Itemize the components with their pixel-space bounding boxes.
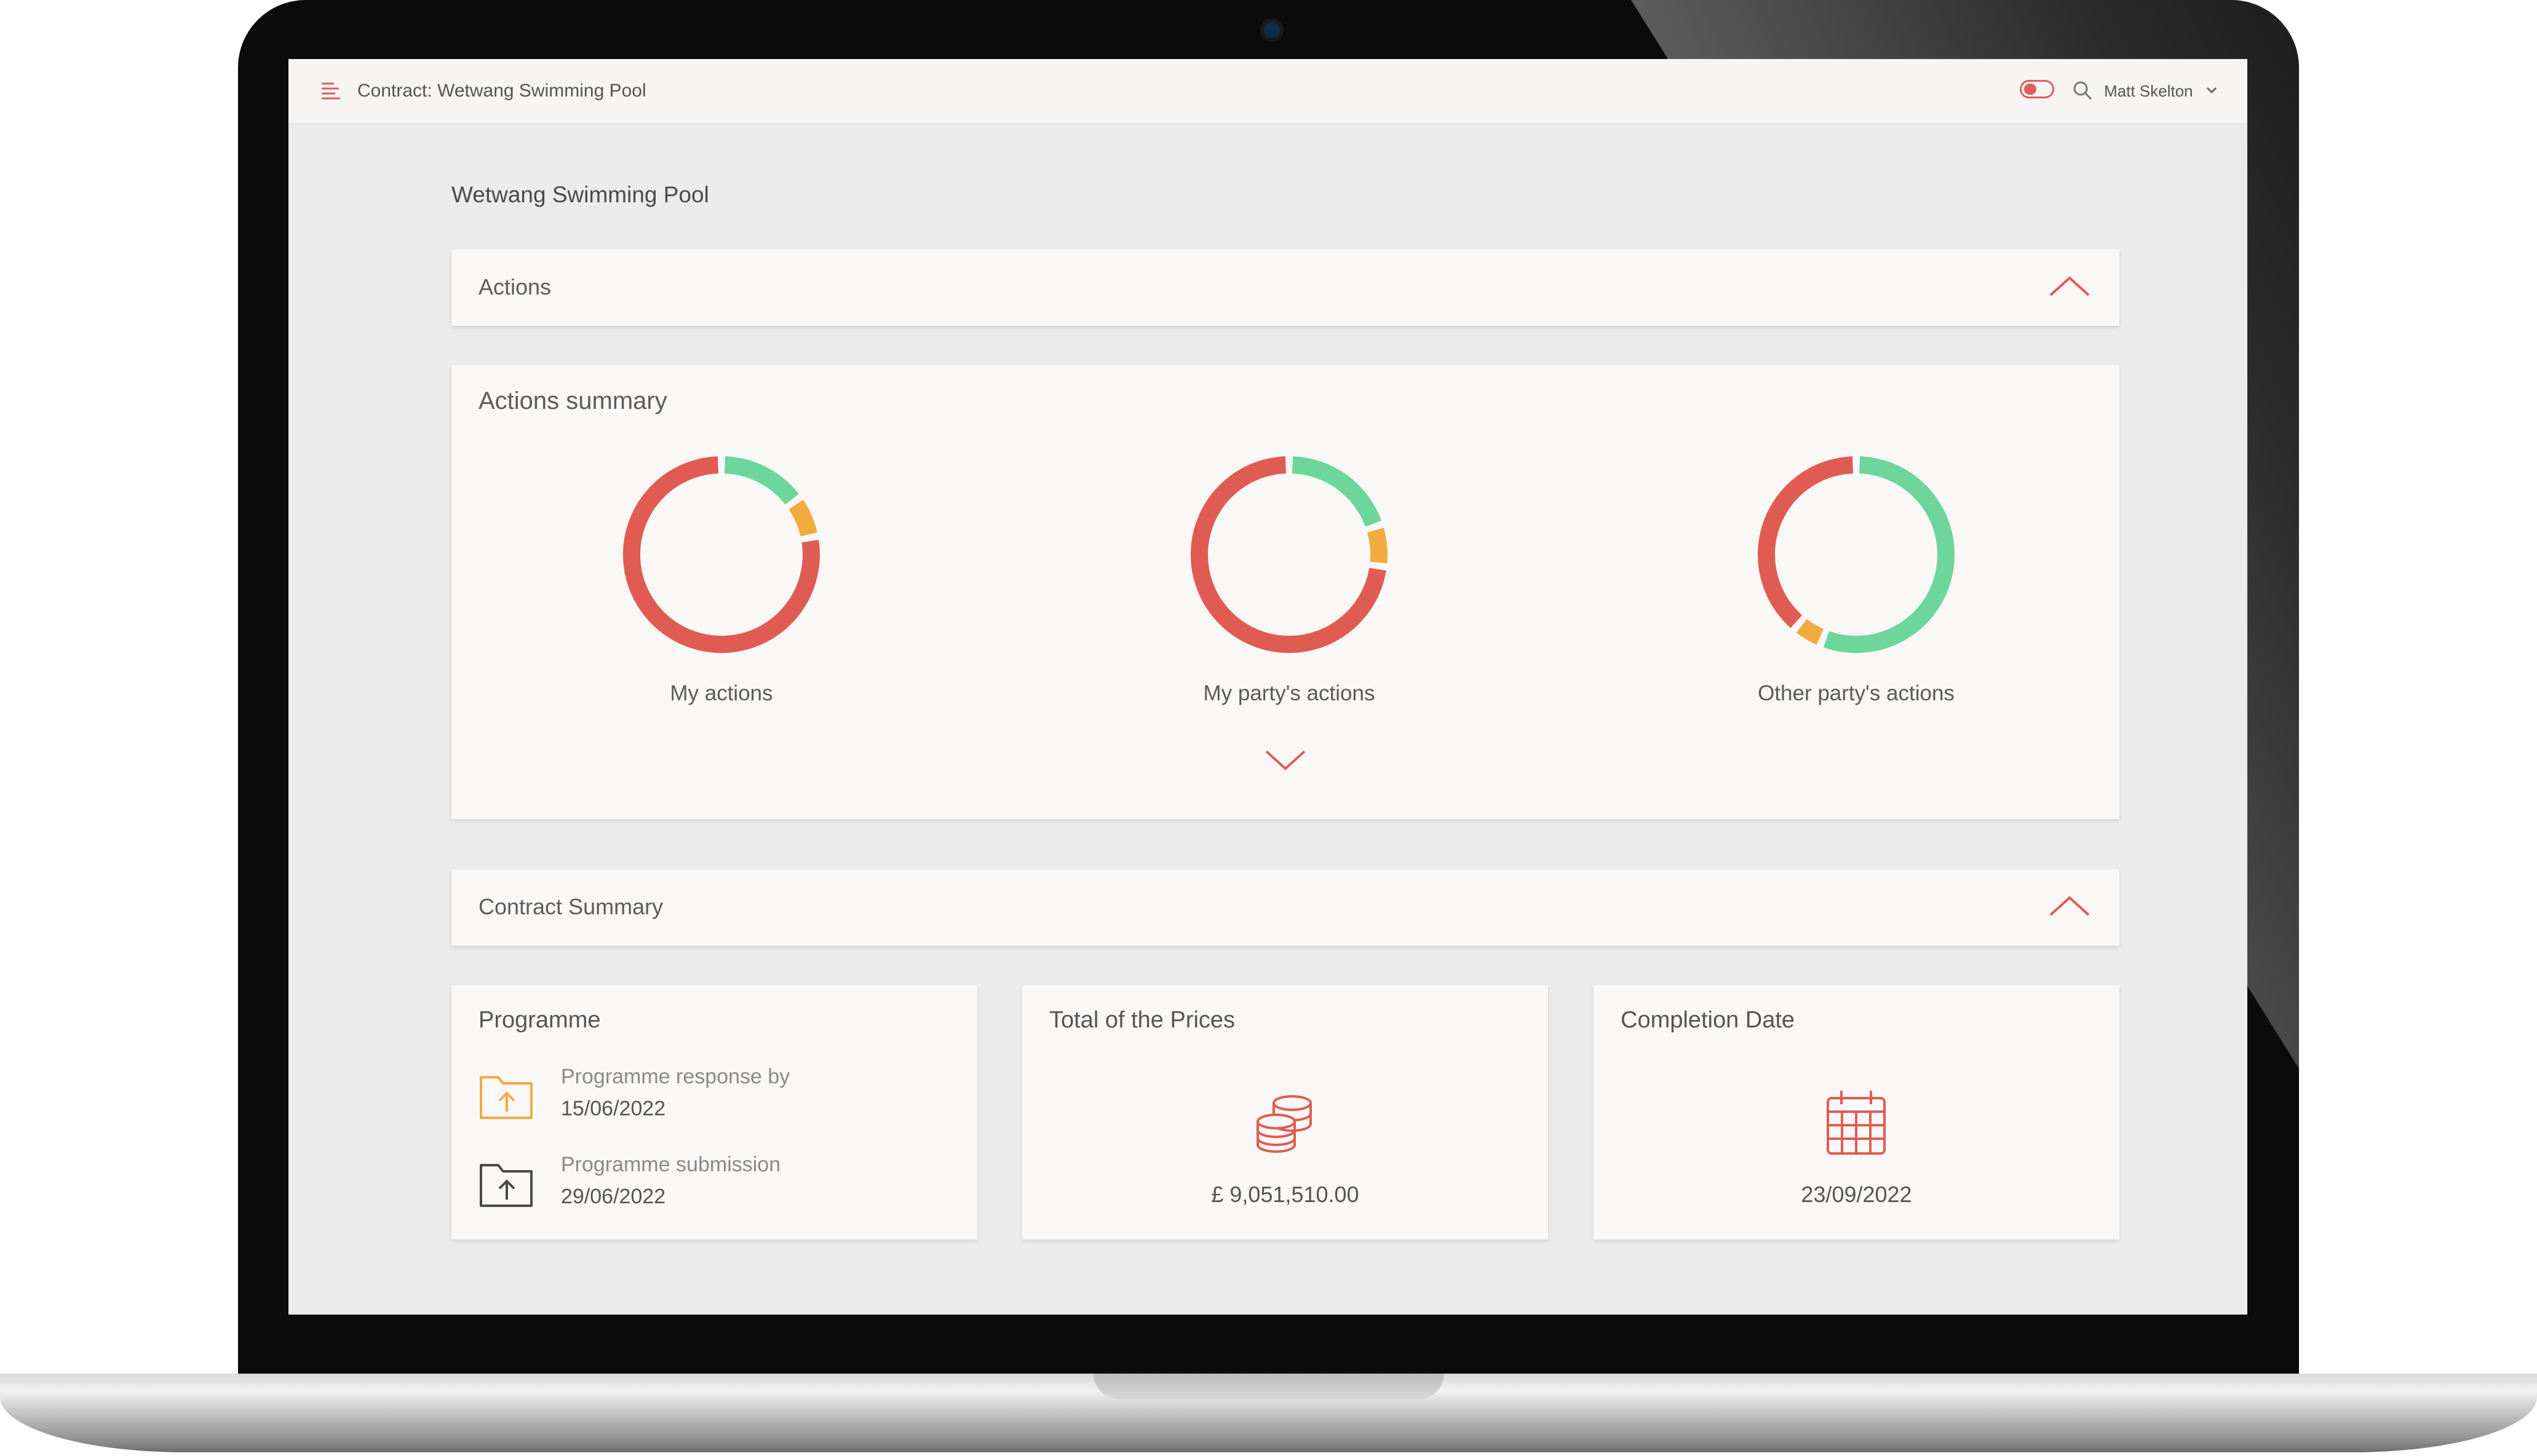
programme-response-label: Programme response by bbox=[561, 1065, 790, 1088]
actions-panel[interactable]: Actions bbox=[451, 250, 2119, 326]
donut-segment-1 bbox=[788, 499, 817, 537]
completion-card: Completion Date 23/09/2022 bbox=[1594, 985, 2119, 1240]
folder-upload-icon bbox=[480, 1164, 533, 1207]
calendar-icon bbox=[1827, 1091, 1886, 1155]
programme-submission-label: Programme submission bbox=[561, 1153, 781, 1176]
chevron-down-icon[interactable] bbox=[1264, 748, 1307, 772]
chevron-down-icon[interactable] bbox=[2205, 84, 2218, 97]
webcam bbox=[1260, 18, 1284, 42]
toggle-knob bbox=[2024, 84, 2036, 95]
chevron-up-icon[interactable] bbox=[2048, 274, 2091, 299]
donut-segment-0 bbox=[724, 456, 799, 505]
folder-upload-icon bbox=[480, 1076, 533, 1119]
contract-summary-panel[interactable]: Contract Summary bbox=[451, 869, 2119, 946]
actions-panel-label: Actions bbox=[478, 274, 552, 299]
coins-icon bbox=[1257, 1095, 1312, 1153]
page-title: Wetwang Swimming Pool bbox=[451, 182, 709, 207]
actions-summary-title: Actions summary bbox=[478, 387, 667, 414]
actions-summary-panel: Actions summary My actions My party's ac… bbox=[451, 365, 2119, 819]
programme-response-item[interactable]: Programme response by 15/06/2022 bbox=[478, 1065, 958, 1133]
donut-chart bbox=[623, 456, 820, 653]
completion-card-title: Completion Date bbox=[1621, 1007, 1795, 1033]
programme-submission-item[interactable]: Programme submission 29/06/2022 bbox=[478, 1153, 958, 1221]
donut-label: My party's actions bbox=[1203, 681, 1375, 705]
donut-segment-2 bbox=[1758, 456, 1854, 628]
prices-card-title: Total of the Prices bbox=[1049, 1007, 1236, 1033]
donut-my-party-actions: My party's actions bbox=[1166, 456, 1412, 739]
donut-label: Other party's actions bbox=[1758, 681, 1955, 705]
prices-value: £ 9,051,510.00 bbox=[1211, 1182, 1359, 1207]
donut-segment-0 bbox=[1292, 456, 1382, 527]
donut-other-party-actions: Other party's actions bbox=[1733, 456, 1979, 739]
donut-chart bbox=[1758, 456, 1955, 653]
programme-card: Programme Programme response by 15/06/20… bbox=[451, 985, 977, 1240]
screen: Contract: Wetwang Swimming Pool Matt Ske… bbox=[288, 59, 2247, 1315]
laptop-notch bbox=[1094, 1374, 1444, 1399]
programme-submission-date: 29/06/2022 bbox=[561, 1185, 666, 1208]
donut-chart bbox=[1191, 456, 1388, 653]
donut-segment-0 bbox=[1823, 456, 1955, 653]
contract-title: Contract: Wetwang Swimming Pool bbox=[357, 81, 646, 101]
donut-label: My actions bbox=[670, 681, 773, 705]
contract-summary-label: Contract Summary bbox=[478, 894, 664, 919]
completion-value: 23/09/2022 bbox=[1801, 1182, 1912, 1207]
top-bar: Contract: Wetwang Swimming Pool Matt Ske… bbox=[288, 59, 2247, 124]
menu-icon[interactable] bbox=[320, 80, 343, 102]
programme-response-date: 15/06/2022 bbox=[561, 1097, 666, 1120]
donut-segment-1 bbox=[1796, 619, 1824, 645]
prices-card: Total of the Prices £ 9,051,510.00 bbox=[1022, 985, 1548, 1240]
user-menu[interactable]: Matt Skelton bbox=[2104, 76, 2193, 106]
donut-segment-1 bbox=[1367, 528, 1388, 564]
search-icon[interactable] bbox=[2072, 80, 2093, 101]
theme-toggle[interactable] bbox=[2020, 80, 2054, 98]
donut-my-actions: My actions bbox=[598, 456, 844, 739]
chevron-up-icon[interactable] bbox=[2048, 894, 2091, 919]
programme-card-title: Programme bbox=[478, 1007, 601, 1033]
